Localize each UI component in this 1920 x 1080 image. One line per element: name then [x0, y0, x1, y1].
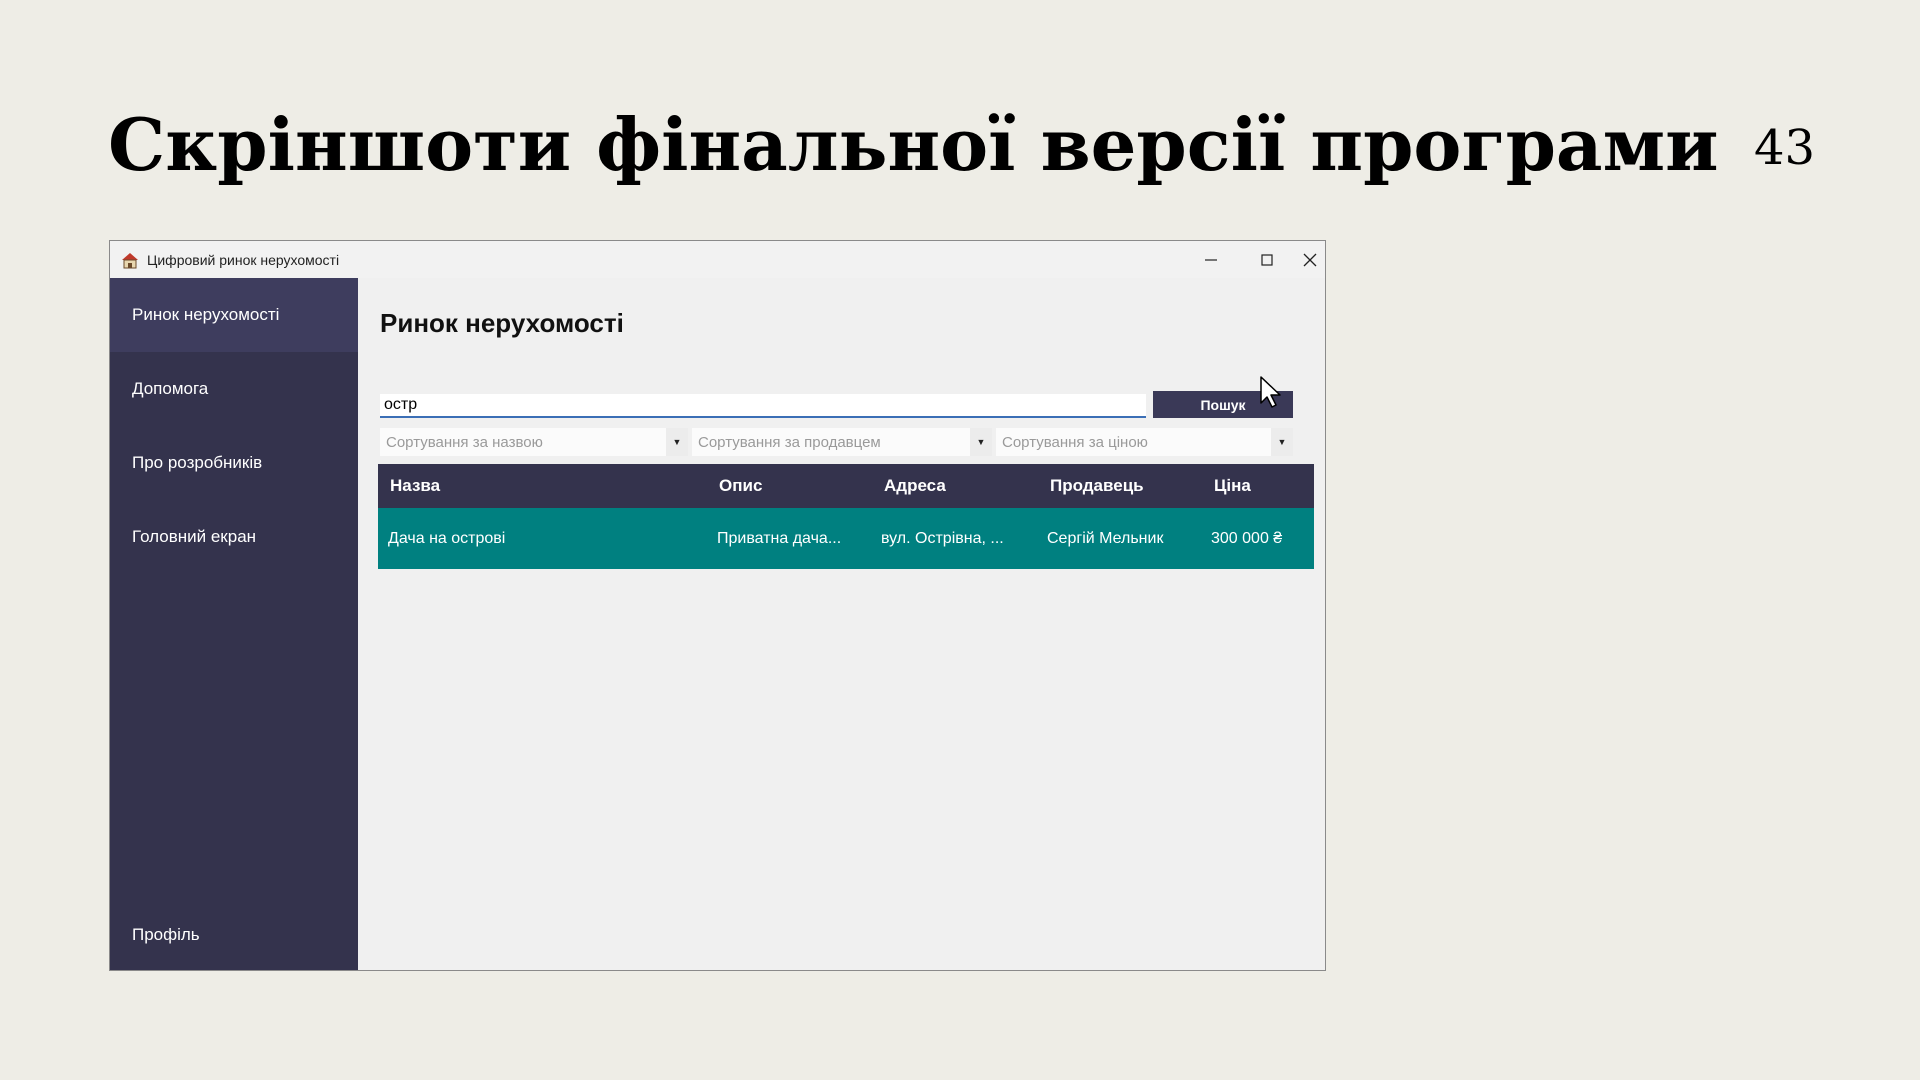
maximize-button[interactable]	[1239, 241, 1295, 278]
sidebar-item-market[interactable]: Ринок нерухомості	[110, 278, 358, 352]
window-title: Цифровий ринок нерухомості	[147, 252, 340, 268]
row-name-cell: Дача на острові	[388, 529, 506, 547]
minimize-button[interactable]	[1183, 241, 1239, 278]
sort-by-seller-placeholder: Сортування за продавцем	[698, 433, 881, 451]
chevron-down-icon[interactable]: ▼	[666, 428, 688, 456]
mouse-pointer-icon	[1260, 376, 1281, 408]
row-price-cell: 300 000 ₴	[1211, 529, 1283, 547]
sort-by-price-placeholder: Сортування за ціною	[1002, 433, 1148, 451]
listings-table: Назва Опис Адреса Продавець Ціна Дача на…	[378, 464, 1314, 569]
app-house-icon	[122, 253, 138, 269]
main-content: Ринок нерухомості Пошук Сортування за на…	[358, 278, 1325, 970]
sidebar: Ринок нерухомості Допомога Про розробник…	[110, 278, 358, 970]
close-icon	[1303, 253, 1317, 266]
column-header-price[interactable]: Ціна	[1214, 464, 1251, 508]
table-row[interactable]: Дача на острові Приватна дача... вул. Ос…	[378, 508, 1314, 569]
column-header-seller[interactable]: Продавець	[1050, 464, 1144, 508]
sort-by-name-select[interactable]: Сортування за назвою ▼	[380, 428, 688, 456]
title-bar[interactable]: Цифровий ринок нерухомості	[110, 241, 1325, 278]
column-header-description[interactable]: Опис	[719, 464, 762, 508]
column-header-address[interactable]: Адреса	[884, 464, 946, 508]
column-header-name[interactable]: Назва	[390, 464, 440, 508]
chevron-down-icon[interactable]: ▼	[970, 428, 992, 456]
sort-by-name-placeholder: Сортування за назвою	[386, 433, 543, 451]
table-header: Назва Опис Адреса Продавець Ціна	[378, 464, 1314, 508]
close-button[interactable]	[1295, 241, 1325, 278]
minimize-icon	[1205, 258, 1217, 261]
slide-number: 43	[1754, 120, 1816, 176]
search-input[interactable]	[380, 394, 1146, 418]
row-description-cell: Приватна дача...	[717, 529, 842, 547]
page-title: Ринок нерухомості	[380, 308, 624, 338]
sidebar-item-profile[interactable]: Профіль	[110, 898, 358, 970]
sidebar-item-developers[interactable]: Про розробників	[110, 426, 358, 500]
row-address-cell: вул. Острівна, ...	[881, 529, 1004, 547]
sort-by-price-select[interactable]: Сортування за ціною ▼	[996, 428, 1293, 456]
row-seller-cell: Сергій Мельник	[1047, 529, 1164, 547]
slide-title: Скріншоти фінальної версії програми	[108, 102, 1719, 187]
sidebar-item-main-screen[interactable]: Головний екран	[110, 500, 358, 574]
sort-by-seller-select[interactable]: Сортування за продавцем ▼	[692, 428, 992, 456]
chevron-down-icon[interactable]: ▼	[1271, 428, 1293, 456]
sidebar-item-help[interactable]: Допомога	[110, 352, 358, 426]
maximize-icon	[1261, 253, 1273, 266]
app-window: Цифровий ринок нерухомості Ринок нерухом…	[109, 240, 1326, 971]
